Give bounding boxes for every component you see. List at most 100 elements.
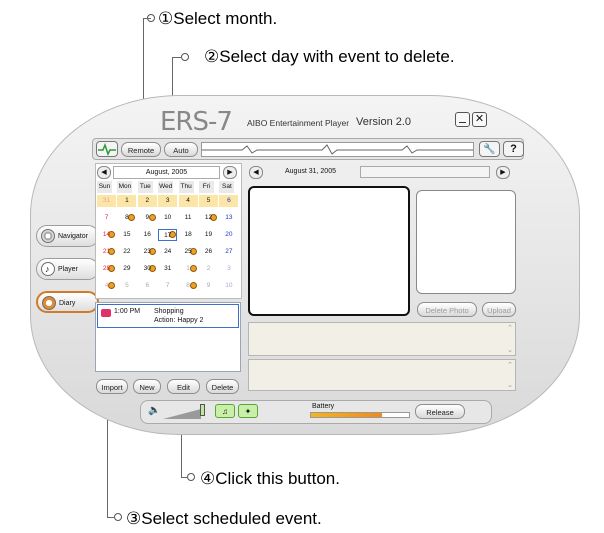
calendar-day[interactable]: 6 <box>219 195 239 207</box>
calendar-day[interactable]: 8 <box>117 212 136 224</box>
calendar-day[interactable]: 5 <box>199 195 218 207</box>
callout-dot-4 <box>187 473 195 481</box>
weekday-label: Fri <box>199 181 214 193</box>
chevron-right-icon: ▶ <box>227 169 233 176</box>
release-button[interactable]: Release <box>415 404 465 419</box>
heartbeat-icon <box>98 142 116 156</box>
calendar-day[interactable]: 4 <box>97 280 116 292</box>
calendar-day[interactable]: 28 <box>97 263 116 275</box>
delete-photo-button[interactable]: Delete Photo <box>417 302 477 317</box>
list-item[interactable]: 1:00 PM Shopping Action: Happy 2 <box>97 304 239 328</box>
delete-button[interactable]: Delete <box>206 379 239 394</box>
calendar-day[interactable]: 1 <box>117 195 137 207</box>
calendar-day[interactable]: 26 <box>199 246 218 258</box>
calendar-day[interactable]: 13 <box>219 212 238 224</box>
sound-button-2[interactable]: ✦ <box>238 404 258 418</box>
chevron-left-icon: ◀ <box>253 169 259 176</box>
calendar-day[interactable]: 15 <box>117 229 136 241</box>
battery-fill <box>311 413 382 417</box>
calendar-day[interactable]: 10 <box>219 280 238 292</box>
calendar-day[interactable]: 2 <box>137 195 157 207</box>
weekday-label: Sun <box>97 181 112 193</box>
status-wave-display <box>201 142 474 157</box>
upload-button[interactable]: Upload <box>482 302 516 317</box>
sidebar-item-diary[interactable]: Diary <box>36 291 99 313</box>
scroll-down-icon[interactable]: ⌄ <box>507 381 513 389</box>
app-version: Version 2.0 <box>356 116 412 128</box>
sound-button-1[interactable]: ♫ <box>215 404 235 418</box>
calendar-day[interactable]: 31 <box>97 195 116 207</box>
calendar-day[interactable]: 5 <box>117 280 136 292</box>
import-button[interactable]: Import <box>96 379 128 394</box>
calendar-day[interactable]: 3 <box>219 263 238 275</box>
scroll-up-icon[interactable]: ⌃ <box>507 324 513 332</box>
photo-frame-thumbnail[interactable] <box>416 190 516 294</box>
calendar-day[interactable]: 11 <box>179 212 198 224</box>
settings-button[interactable]: 🔧 <box>479 141 500 157</box>
callout-line-3h <box>107 517 115 518</box>
calendar-day[interactable]: 3 <box>158 195 178 207</box>
minimize-button[interactable] <box>455 112 470 127</box>
new-button[interactable]: New <box>133 379 161 394</box>
volume-slider[interactable] <box>163 406 201 419</box>
sidebar-item-navigator[interactable]: Navigator <box>36 225 99 247</box>
minimize-icon <box>459 121 466 123</box>
sidebar-item-player[interactable]: ♪ Player <box>36 258 99 280</box>
dog-sound-icon: ✦ <box>244 407 252 416</box>
close-button[interactable]: ✕ <box>472 112 487 127</box>
calendar-day[interactable]: 22 <box>117 246 136 258</box>
calendar-day[interactable]: 23 <box>138 246 157 258</box>
diary-text-area-1[interactable]: ⌃ ⌄ <box>248 322 516 356</box>
edit-button[interactable]: Edit <box>167 379 200 394</box>
calendar-day[interactable]: 2 <box>199 263 218 275</box>
sidebar-item-label: Navigator <box>58 233 88 240</box>
calendar-day[interactable]: 6 <box>138 280 157 292</box>
calendar-day[interactable]: 7 <box>158 280 177 292</box>
volume-handle[interactable] <box>200 404 205 416</box>
calendar-day[interactable]: 9 <box>199 280 218 292</box>
calendar-day[interactable]: 4 <box>178 195 198 207</box>
scroll-up-icon[interactable]: ⌃ <box>507 361 513 369</box>
calendar-day[interactable]: 14 <box>97 229 116 241</box>
photo-frame-main[interactable] <box>248 186 410 316</box>
health-button[interactable] <box>96 141 118 157</box>
next-month-button[interactable]: ▶ <box>223 166 237 179</box>
calendar-day[interactable]: 7 <box>97 212 116 224</box>
volume-ramp <box>163 409 201 419</box>
calendar-day[interactable]: 24 <box>158 246 177 258</box>
annotation-3: ③Select scheduled event. <box>126 509 322 528</box>
calendar-day[interactable]: 1 <box>179 263 198 275</box>
calendar-day[interactable]: 12 <box>199 212 218 224</box>
calendar-day[interactable]: 8 <box>179 280 198 292</box>
battery-meter <box>310 412 410 418</box>
help-button[interactable]: ? <box>503 141 524 157</box>
calendar-day[interactable]: 16 <box>138 229 157 241</box>
calendar-day[interactable]: 29 <box>117 263 136 275</box>
calendar-day[interactable]: 9 <box>138 212 157 224</box>
calendar-day[interactable]: 18 <box>179 229 198 241</box>
scroll-down-icon[interactable]: ⌄ <box>507 346 513 354</box>
logo: ERS-7 <box>160 107 233 137</box>
app-title: AIBO Entertainment Player <box>247 118 350 128</box>
event-action: Action: Happy 2 <box>154 317 204 324</box>
prev-month-button[interactable]: ◀ <box>97 166 111 179</box>
calendar-day[interactable]: 17 <box>158 229 178 241</box>
calendar-day[interactable]: 30 <box>138 263 157 275</box>
diary-text-area-2[interactable]: ⌃ ⌄ <box>248 359 516 391</box>
callout-line-2h <box>172 57 181 58</box>
next-day-button[interactable]: ▶ <box>496 166 510 179</box>
player-icon: ♪ <box>41 262 55 276</box>
remote-button[interactable]: Remote <box>121 142 161 157</box>
calendar-day[interactable]: 19 <box>199 229 218 241</box>
calendar-day[interactable]: 31 <box>158 263 177 275</box>
calendar-day[interactable]: 21 <box>97 246 116 258</box>
month-selector[interactable]: August, 2005 <box>113 166 220 179</box>
annotation-1: ①Select month. <box>158 9 278 28</box>
calendar-day[interactable]: 27 <box>219 246 238 258</box>
calendar-day[interactable]: 20 <box>219 229 238 241</box>
auto-button[interactable]: Auto <box>164 142 198 157</box>
prev-day-button[interactable]: ◀ <box>249 166 263 179</box>
calendar-day[interactable]: 25 <box>179 246 198 258</box>
calendar-day[interactable]: 10 <box>158 212 177 224</box>
help-icon: ? <box>510 143 517 155</box>
